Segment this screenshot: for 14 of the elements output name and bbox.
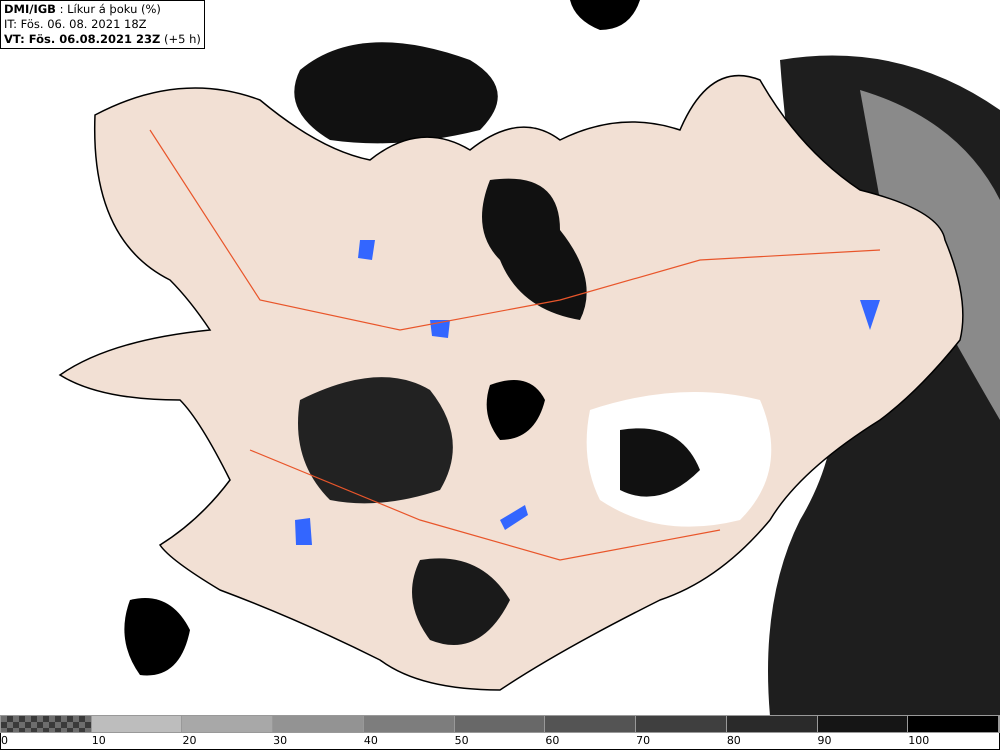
- legend-label: 80: [726, 733, 741, 749]
- legend-label: 20: [182, 733, 196, 749]
- issued-time: IT: Fös. 06. 08. 2021 18Z: [4, 17, 148, 32]
- map-title: DMI/IGB : Líkur á þoku (%): [4, 2, 162, 17]
- valid-time: VT: Fös. 06.08.2021 23Z (+5 h): [4, 32, 201, 47]
- legend-label: 90: [818, 733, 832, 749]
- legend-label: 0: [1, 733, 8, 749]
- legend-label: 70: [636, 733, 650, 749]
- legend-label: 60: [545, 733, 560, 749]
- legend-label: 30: [273, 733, 288, 749]
- legend-label: 10: [92, 733, 106, 749]
- legend-label: 50: [454, 733, 469, 749]
- legend-label: 40: [364, 733, 378, 749]
- legend-label: 100: [908, 733, 930, 749]
